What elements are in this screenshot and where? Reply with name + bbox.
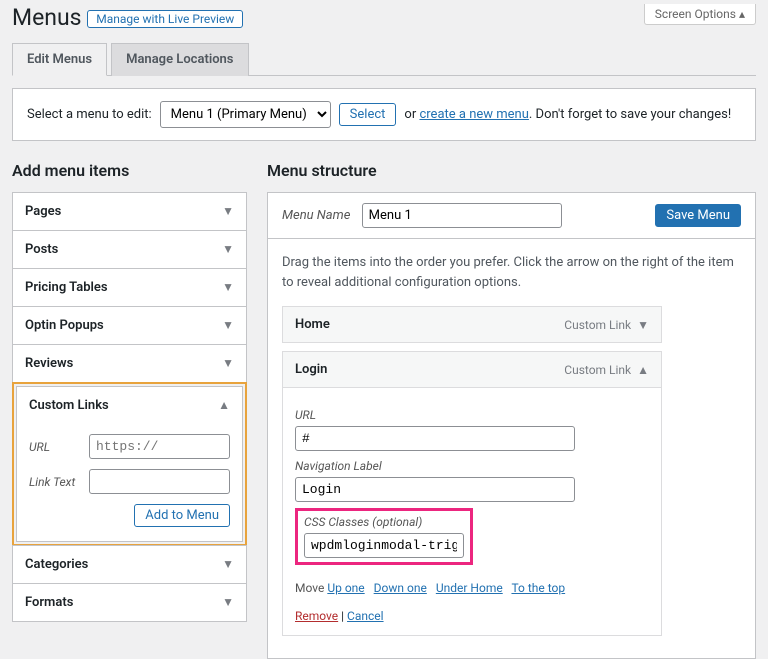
chevron-down-icon: ▼ <box>637 318 649 332</box>
menu-tabs: Edit Menus Manage Locations <box>12 43 756 76</box>
custom-links-highlight: Custom Links ▲ URL Link Text Add to Menu <box>12 382 247 546</box>
menu-item-login-toggle[interactable]: Login Custom Link ▲ <box>283 352 661 387</box>
chevron-down-icon: ▼ <box>222 280 234 295</box>
url-label: URL <box>295 408 649 422</box>
screen-options-label: Screen Options <box>655 7 736 21</box>
chevron-down-icon: ▼ <box>222 557 234 572</box>
menu-name-label: Menu Name <box>282 208 350 223</box>
select-tail: or create a new menu. Don't forget to sa… <box>404 107 731 122</box>
acc-custom-links[interactable]: Custom Links ▲ <box>17 387 242 424</box>
acc-reviews[interactable]: Reviews▼ <box>12 344 247 383</box>
move-up-link[interactable]: Up one <box>327 581 364 595</box>
move-top-link[interactable]: To the top <box>511 581 565 595</box>
save-menu-button[interactable]: Save Menu <box>655 204 741 227</box>
custom-text-input[interactable] <box>89 469 230 494</box>
acc-pages[interactable]: Pages▼ <box>12 192 247 231</box>
css-input[interactable] <box>304 533 464 558</box>
create-new-menu-link[interactable]: create a new menu <box>419 107 528 122</box>
css-label: CSS Classes (optional) <box>304 515 464 529</box>
custom-url-label: URL <box>29 440 89 454</box>
page-title-text: Menus <box>12 4 82 31</box>
acc-pricing-tables[interactable]: Pricing Tables▼ <box>12 268 247 307</box>
move-under-link[interactable]: Under Home <box>436 581 503 595</box>
add-to-menu-button[interactable]: Add to Menu <box>134 504 230 527</box>
live-preview-button[interactable]: Manage with Live Preview <box>87 10 243 28</box>
cancel-link[interactable]: Cancel <box>347 609 384 623</box>
page-title: Menus Manage with Live Preview <box>12 4 243 37</box>
chevron-up-icon: ▴ <box>739 7 745 21</box>
acc-categories[interactable]: Categories▼ <box>12 545 247 584</box>
select-button[interactable]: Select <box>339 103 397 126</box>
tab-edit-menus[interactable]: Edit Menus <box>12 43 107 76</box>
url-input[interactable] <box>295 426 575 451</box>
menu-item-login: Login Custom Link ▲ URL Navigation Label… <box>282 351 662 636</box>
move-down-link[interactable]: Down one <box>374 581 427 595</box>
nav-input[interactable] <box>295 477 575 502</box>
move-bar: Move Up one Down one Under Home To the t… <box>295 581 649 595</box>
custom-text-label: Link Text <box>29 475 89 489</box>
chevron-down-icon: ▼ <box>222 204 234 219</box>
screen-options-toggle[interactable]: Screen Options ▴ <box>644 4 756 25</box>
chevron-down-icon: ▼ <box>222 318 234 333</box>
acc-posts[interactable]: Posts▼ <box>12 230 247 269</box>
menu-select-bar: Select a menu to edit: Menu 1 (Primary M… <box>12 88 756 141</box>
select-menu-label: Select a menu to edit: <box>27 107 152 122</box>
acc-formats[interactable]: Formats▼ <box>12 583 247 622</box>
add-items-heading: Add menu items <box>12 161 247 180</box>
acc-optin-popups[interactable]: Optin Popups▼ <box>12 306 247 345</box>
menu-item-title: Login <box>295 362 327 377</box>
chevron-down-icon: ▼ <box>222 242 234 257</box>
nav-label: Navigation Label <box>295 459 649 473</box>
menu-item-title: Home <box>295 317 330 332</box>
chevron-down-icon: ▼ <box>222 356 234 371</box>
menu-item-home[interactable]: Home Custom Link ▼ <box>282 306 662 343</box>
menu-name-input[interactable] <box>362 203 562 228</box>
custom-url-input[interactable] <box>89 434 230 459</box>
chevron-up-icon: ▲ <box>637 363 649 377</box>
structure-hint: Drag the items into the order you prefer… <box>282 253 741 292</box>
remove-link[interactable]: Remove <box>295 609 338 623</box>
menu-structure-heading: Menu structure <box>267 161 756 180</box>
css-classes-highlight: CSS Classes (optional) <box>295 508 473 565</box>
tab-manage-locations[interactable]: Manage Locations <box>111 43 248 76</box>
chevron-down-icon: ▼ <box>222 595 234 610</box>
menu-select[interactable]: Menu 1 (Primary Menu) <box>160 101 331 128</box>
chevron-up-icon: ▲ <box>218 398 230 413</box>
